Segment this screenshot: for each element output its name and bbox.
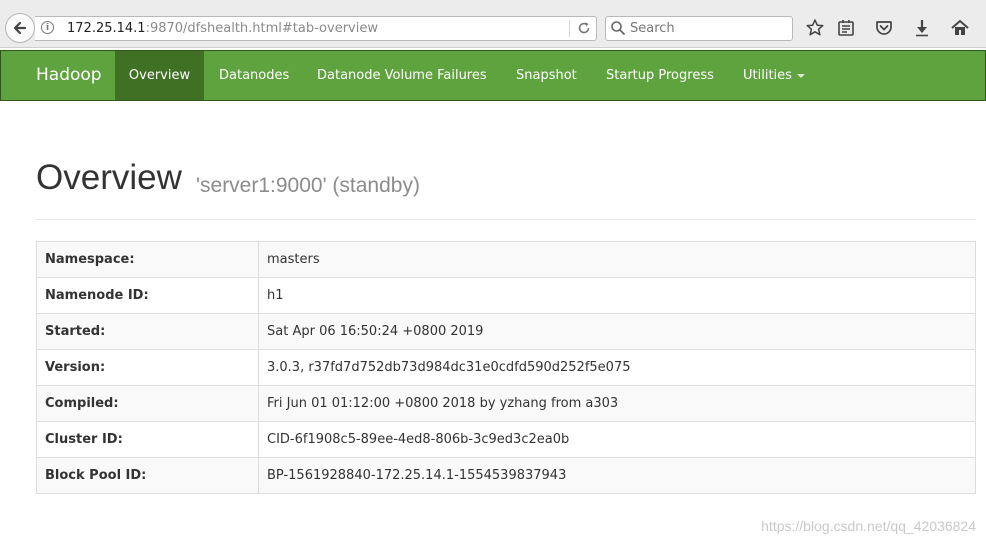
row-value: Fri Jun 01 01:12:00 +0800 2018 by yzhang… [258, 385, 976, 422]
back-button[interactable] [5, 13, 35, 43]
search-box[interactable]: Search [605, 16, 793, 41]
table-row: Namespace: masters [36, 241, 976, 278]
table-row: Started: Sat Apr 06 16:50:24 +0800 2019 [36, 313, 976, 350]
row-key: Namespace: [36, 241, 259, 278]
search-icon [611, 21, 625, 35]
nav-utilities[interactable]: Utilities [743, 51, 805, 100]
info-icon[interactable]: i [41, 21, 54, 34]
caret-down-icon [796, 73, 805, 78]
row-value: BP-1561928840-172.25.14.1-1554539837943 [258, 457, 976, 494]
nav-snapshot[interactable]: Snapshot [516, 51, 577, 100]
nav-overview[interactable]: Overview [115, 51, 204, 100]
nav-utilities-label: Utilities [743, 68, 792, 83]
search-input[interactable]: Search [630, 21, 675, 36]
table-row: Version: 3.0.3, r37fd7d752db73d984dc31e0… [36, 349, 976, 386]
url-host: 172.25.14.1 [67, 21, 146, 36]
pocket-icon[interactable] [873, 17, 895, 39]
row-key: Cluster ID: [36, 421, 259, 458]
row-key: Block Pool ID: [36, 457, 259, 494]
row-value: 3.0.3, r37fd7d752db73d984dc31e0cdfd590d2… [258, 349, 976, 386]
url-text: 172.25.14.1:9870/dfshealth.html#tab-over… [67, 21, 378, 36]
table-row: Compiled: Fri Jun 01 01:12:00 +0800 2018… [36, 385, 976, 422]
download-icon[interactable] [911, 17, 933, 39]
row-key: Started: [36, 313, 259, 350]
browser-toolbar: i 172.25.14.1:9870/dfshealth.html#tab-ov… [0, 0, 986, 48]
row-value: h1 [258, 277, 976, 314]
reading-list-icon[interactable] [835, 17, 857, 39]
row-key: Version: [36, 349, 259, 386]
bookmark-star-icon[interactable] [804, 17, 826, 39]
row-key: Namenode ID: [36, 277, 259, 314]
reload-icon[interactable] [576, 20, 592, 36]
row-value: CID-6f1908c5-89ee-4ed8-806b-3c9ed3c2ea0b [258, 421, 976, 458]
table-row: Namenode ID: h1 [36, 277, 976, 314]
nav-startup-progress[interactable]: Startup Progress [606, 51, 714, 100]
home-icon[interactable] [949, 17, 971, 39]
nav-datanode-volume-failures[interactable]: Datanode Volume Failures [317, 51, 487, 100]
brand-logo[interactable]: Hadoop [36, 51, 102, 100]
nav-datanodes[interactable]: Datanodes [219, 51, 289, 100]
hadoop-navbar: Hadoop Overview Datanodes Datanode Volum… [0, 50, 986, 101]
table-row: Cluster ID: CID-6f1908c5-89ee-4ed8-806b-… [36, 421, 976, 458]
page-title: Overview [36, 158, 182, 197]
page-subtitle: 'server1:9000' (standby) [196, 174, 420, 197]
back-icon [13, 21, 27, 35]
address-bar[interactable]: i 172.25.14.1:9870/dfshealth.html#tab-ov… [35, 16, 597, 41]
watermark: https://blog.csdn.net/qq_42036824 [761, 518, 976, 534]
table-row: Block Pool ID: BP-1561928840-172.25.14.1… [36, 457, 976, 494]
url-path: :9870/dfshealth.html#tab-overview [145, 21, 378, 36]
url-divider [569, 20, 570, 37]
page-header: Overview 'server1:9000' (standby) [36, 158, 976, 220]
row-value: Sat Apr 06 16:50:24 +0800 2019 [258, 313, 976, 350]
row-key: Compiled: [36, 385, 259, 422]
overview-table: Namespace: masters Namenode ID: h1 Start… [36, 241, 976, 494]
row-value: masters [258, 241, 976, 278]
